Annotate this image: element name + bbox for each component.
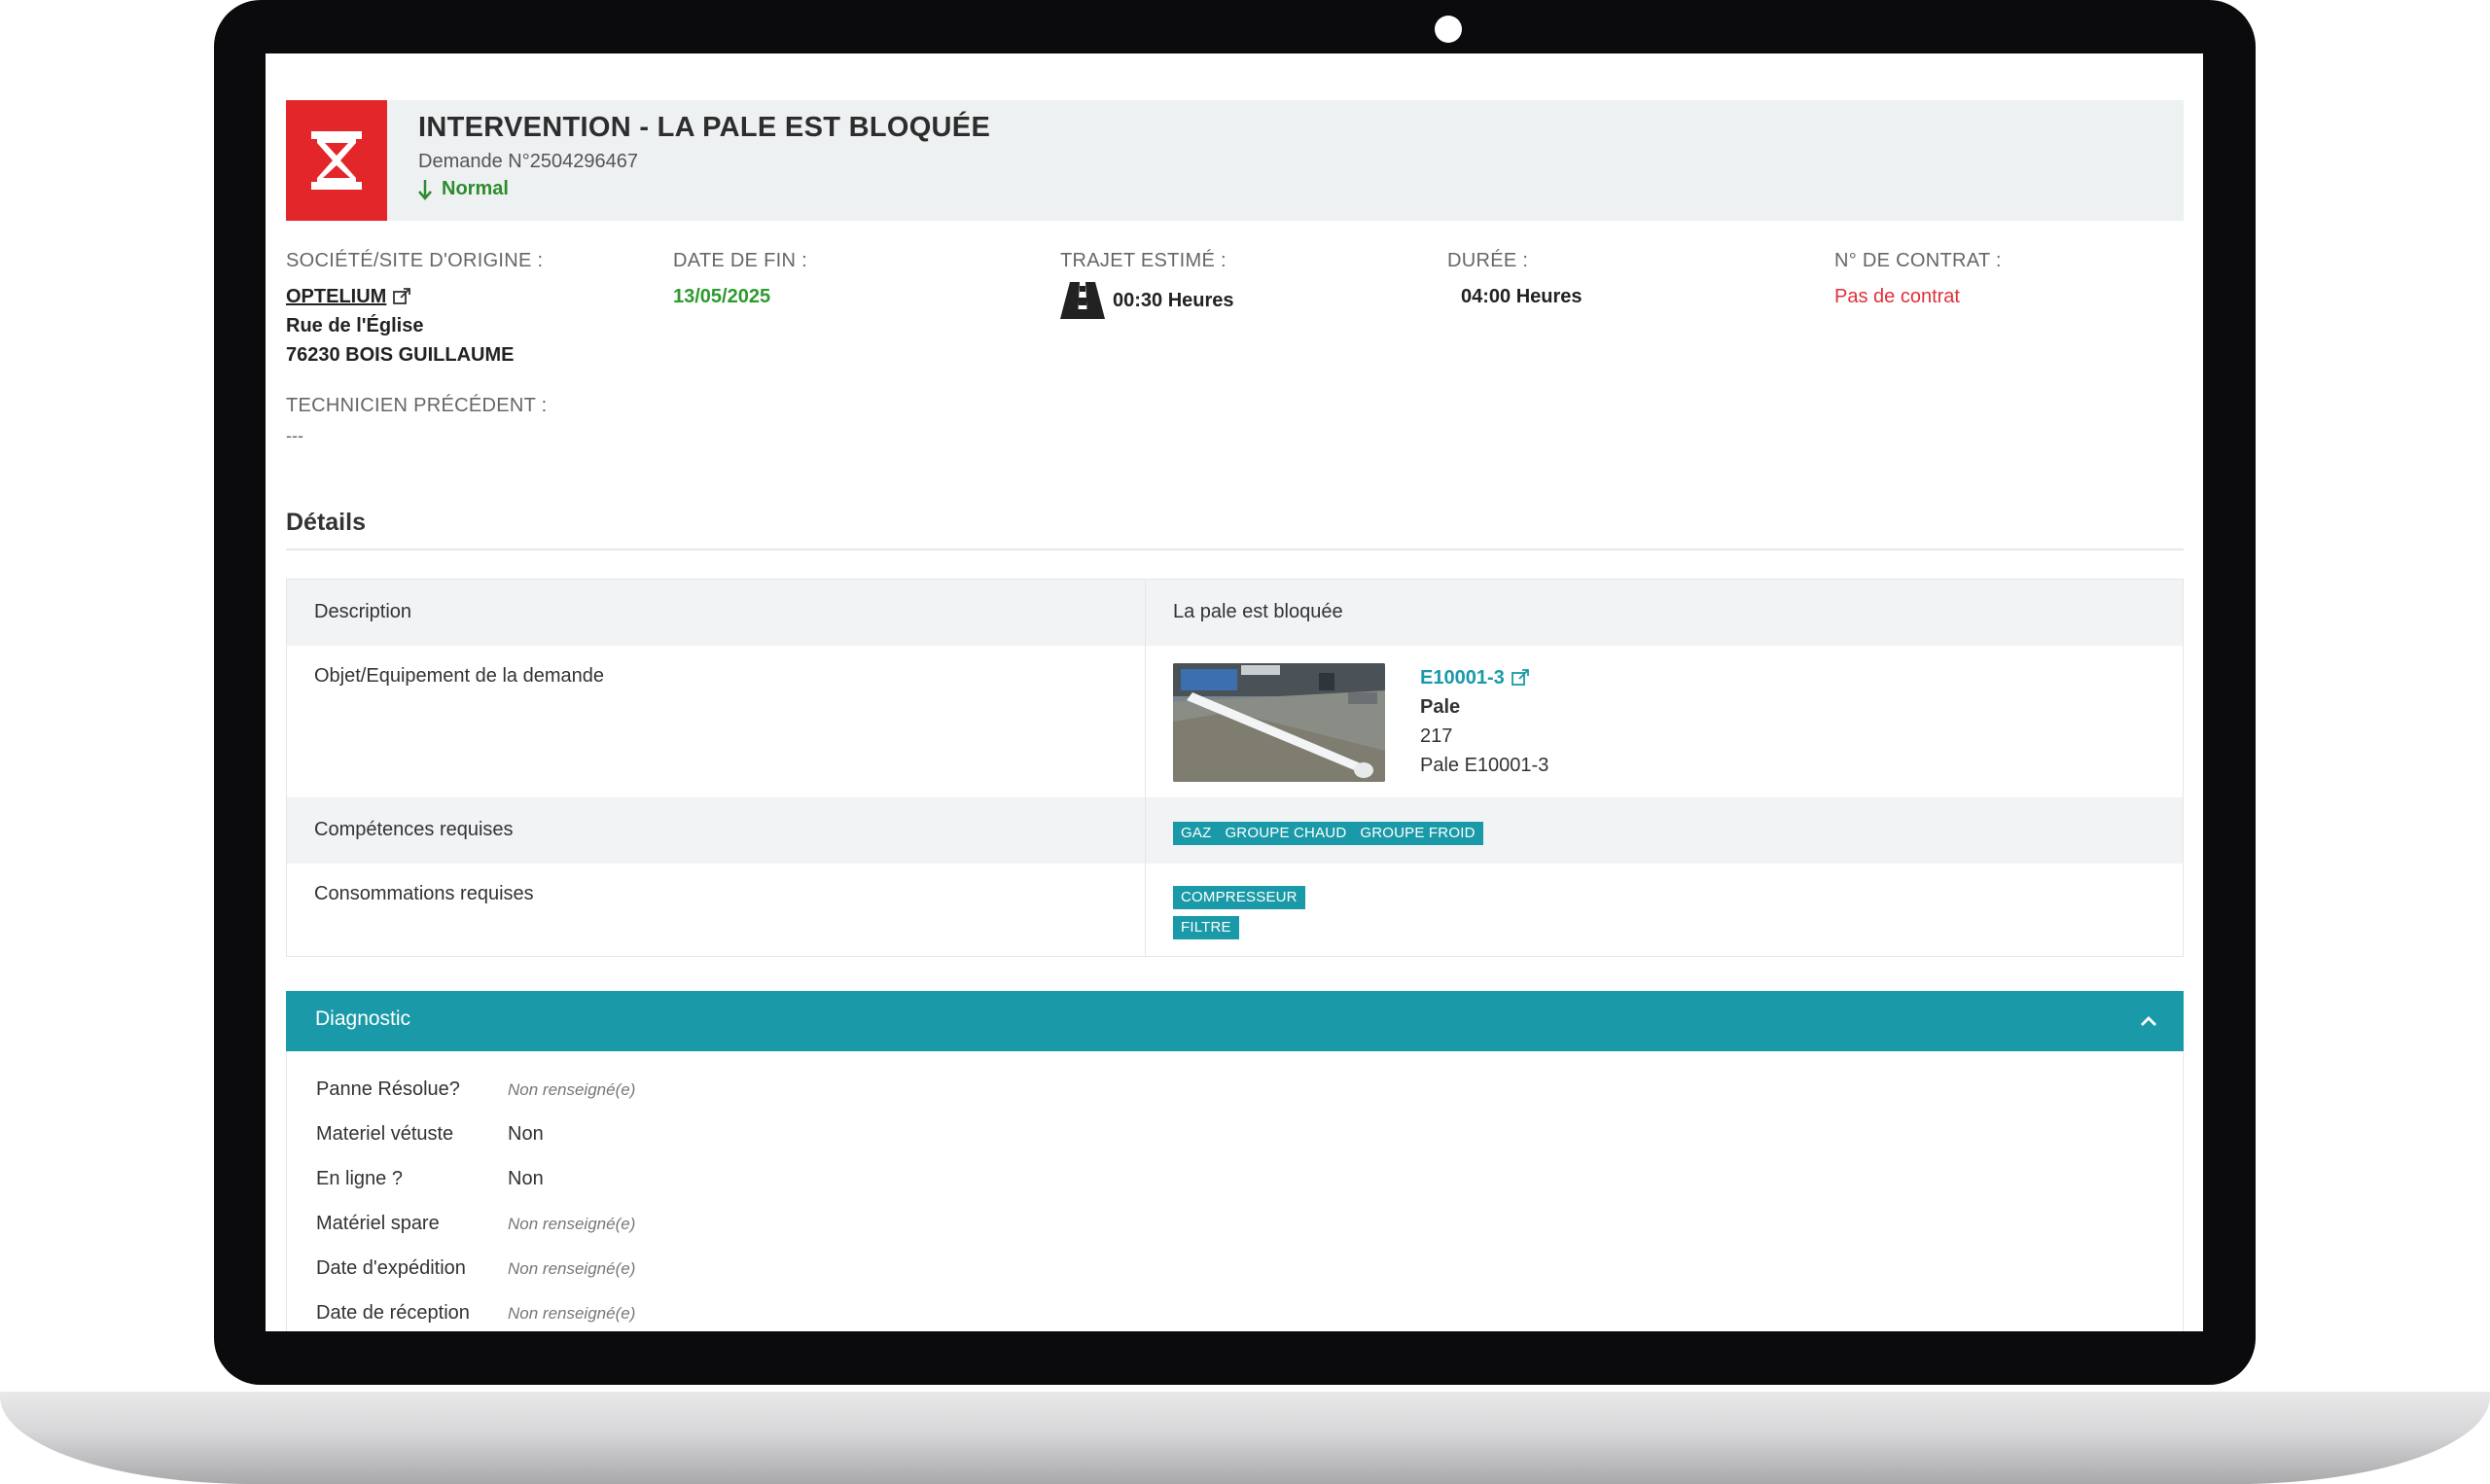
app-screen: INTERVENTION - LA PALE EST BLOQUÉE Deman… [266, 53, 2203, 1331]
diagnostic-value: Non renseigné(e) [508, 1259, 636, 1278]
arrow-down-icon [418, 179, 432, 200]
skill-tag: GAZ [1173, 821, 1220, 845]
travel-block: TRAJET ESTIMÉ : 00:30 Heures [1060, 250, 1234, 319]
contract-block: N° DE CONTRAT : Pas de contrat [1834, 250, 2002, 311]
end-date-label: DATE DE FIN : [673, 250, 807, 271]
travel-label: TRAJET ESTIMÉ : [1060, 250, 1227, 271]
table-row: Objet/Equipement de la demande E10001-3 … [286, 645, 2184, 797]
diagnostic-value: Non [508, 1168, 544, 1189]
diagnostic-value: Non renseigné(e) [508, 1304, 636, 1323]
diagnostic-row: Date de réception Non renseigné(e) [316, 1302, 635, 1325]
duration-value: 04:00 Heures [1461, 286, 1583, 307]
diagnostic-title: Diagnostic [315, 1007, 411, 1030]
consumable-tag: FILTRE [1173, 915, 1239, 939]
diagnostic-panel-body: Panne Résolue? Non renseigné(e) Materiel… [286, 1051, 2184, 1331]
diagnostic-value: Non [508, 1123, 544, 1145]
diagnostic-row: Date d'expédition Non renseigné(e) [316, 1257, 635, 1280]
diagnostic-row: En ligne ? Non [316, 1168, 544, 1190]
consumables-label: Consommations requises [286, 863, 1146, 957]
equipment-name: Pale E10001-3 [1420, 754, 1549, 776]
origin-city: 76230 BOIS GUILLAUME [286, 344, 515, 366]
duration-label: DURÉE : [1447, 250, 1529, 271]
previous-technician-value: --- [286, 426, 303, 445]
diagnostic-value: Non renseigné(e) [508, 1080, 636, 1099]
equipment-label: Objet/Equipement de la demande [286, 645, 1146, 797]
diagnostic-label: En ligne ? [316, 1168, 403, 1189]
diagnostic-row: Materiel vétuste Non [316, 1123, 544, 1146]
consumable-tag: COMPRESSEUR [1173, 885, 1305, 909]
diagnostic-label: Date d'expédition [316, 1257, 466, 1279]
description-label: Description [286, 579, 1146, 646]
previous-technician-label: TECHNICIEN PRÉCÉDENT : [286, 395, 548, 416]
origin-block: SOCIÉTÉ/SITE D'ORIGINE : OPTELIUM Rue de… [286, 250, 543, 370]
diagnostic-label: Panne Résolue? [316, 1078, 460, 1100]
page-title: INTERVENTION - LA PALE EST BLOQUÉE [418, 112, 991, 143]
description-value: La pale est bloquée [1145, 579, 2184, 646]
diagnostic-value: Non renseigné(e) [508, 1215, 636, 1233]
diagnostic-label: Date de réception [316, 1302, 470, 1324]
equipment-type: Pale [1420, 695, 1461, 718]
intervention-header: INTERVENTION - LA PALE EST BLOQUÉE Deman… [286, 100, 2184, 221]
skill-tag: GROUPE FROID [1352, 821, 1483, 845]
priority-indicator: Normal [418, 178, 509, 200]
duration-block: DURÉE : 04:00 Heures [1447, 250, 1583, 311]
company-link[interactable]: OPTELIUM [286, 282, 386, 311]
end-date-value: 13/05/2025 [673, 286, 771, 307]
skill-tag: GROUPE CHAUD [1217, 821, 1355, 845]
skills-label: Compétences requises [286, 796, 1146, 864]
consumables-tags: COMPRESSEUR FILTRE [1146, 864, 2184, 957]
equipment-code-link[interactable]: E10001-3 [1420, 663, 1505, 692]
hourglass-icon [311, 131, 362, 190]
travel-value: 00:30 Heures [1113, 290, 1234, 311]
equipment-card: E10001-3 Pale 217 Pale E10001-3 [1173, 662, 2155, 782]
road-icon [1060, 282, 1105, 319]
origin-street: Rue de l'Église [286, 315, 424, 336]
priority-label: Normal [442, 178, 509, 199]
table-row: Description La pale est bloquée [286, 579, 2184, 646]
diagnostic-row: Matériel spare Non renseigné(e) [316, 1213, 635, 1235]
details-title: Détails [286, 509, 366, 536]
camera-dot [1435, 16, 1462, 43]
diagnostic-row: Panne Résolue? Non renseigné(e) [316, 1078, 635, 1101]
equipment-number: 217 [1420, 724, 1453, 747]
table-row: Compétences requises GAZ GROUPE CHAUD GROU… [286, 796, 2184, 864]
diagnostic-panel-header[interactable]: Diagnostic [286, 991, 2184, 1051]
details-divider [286, 548, 2184, 550]
contract-label: N° DE CONTRAT : [1834, 250, 2002, 271]
details-table: Description La pale est bloquée Objet/Eq… [286, 579, 2184, 957]
previous-technician-block: TECHNICIEN PRÉCÉDENT : --- [286, 395, 548, 450]
origin-label: SOCIÉTÉ/SITE D'ORIGINE : [286, 250, 544, 271]
end-date-block: DATE DE FIN : 13/05/2025 [673, 250, 807, 311]
request-number: Demande N°2504296467 [418, 151, 638, 172]
external-link-icon[interactable] [392, 287, 411, 306]
external-link-icon[interactable] [1511, 668, 1530, 688]
chevron-up-icon[interactable] [2140, 1015, 2157, 1027]
contract-value: Pas de contrat [1834, 286, 1960, 307]
equipment-photo[interactable] [1173, 662, 1385, 782]
skills-tags: GAZ GROUPE CHAUD GROUPE FROID [1145, 796, 2184, 864]
table-row: Consommations requises COMPRESSEUR FILTR… [286, 863, 2184, 957]
collapse-button[interactable] [2131, 1004, 2166, 1039]
status-badge [286, 100, 387, 221]
diagnostic-label: Materiel vétuste [316, 1123, 454, 1145]
laptop-base [0, 1392, 2490, 1484]
diagnostic-label: Matériel spare [316, 1213, 440, 1234]
